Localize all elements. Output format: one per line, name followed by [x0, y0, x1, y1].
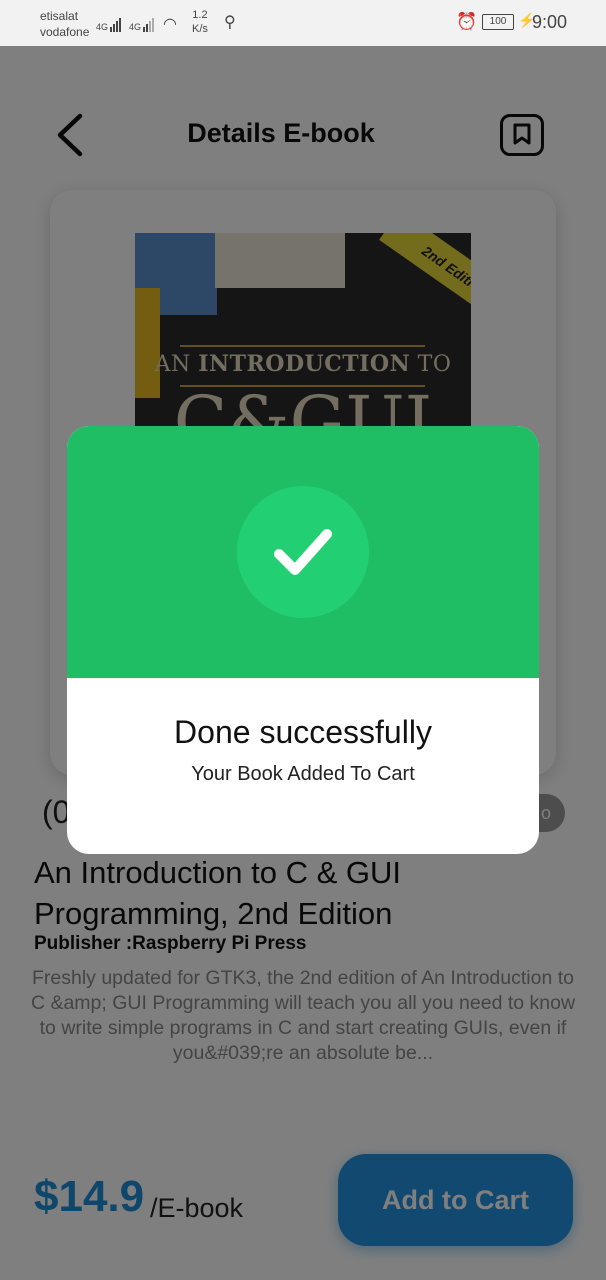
carrier-names: etisalat vodafone [40, 8, 89, 40]
success-dialog: Done successfully Your Book Added To Car… [67, 426, 539, 854]
signal-icon: 4G [96, 12, 122, 32]
success-badge [237, 486, 369, 618]
wifi-icon: ◠ [163, 16, 177, 33]
clock: 9:00 [532, 12, 568, 32]
signal-icon: 4G [129, 12, 155, 32]
network-2-label: 4G [129, 22, 142, 32]
alarm-icon: ⏰ [456, 12, 478, 31]
check-icon [274, 529, 332, 575]
network-1-label: 4G [96, 22, 109, 32]
usb-icon: ⚲ [224, 14, 236, 31]
dialog-title: Done successfully [174, 714, 432, 750]
battery-icon: 100 [482, 14, 514, 30]
dialog-message: Your Book Added To Cart [191, 763, 415, 785]
dialog-header [67, 426, 539, 678]
status-bar: etisalat vodafone 4G 4G ◠ 1.2 K/s ⚲ ⏰ 10… [0, 0, 606, 46]
network-speed: 1.2 K/s [192, 8, 208, 36]
speed-unit: K/s [192, 23, 208, 35]
carrier-2: vodafone [40, 25, 90, 39]
speed-value: 1.2 [192, 9, 208, 21]
carrier-1: etisalat [40, 9, 79, 23]
